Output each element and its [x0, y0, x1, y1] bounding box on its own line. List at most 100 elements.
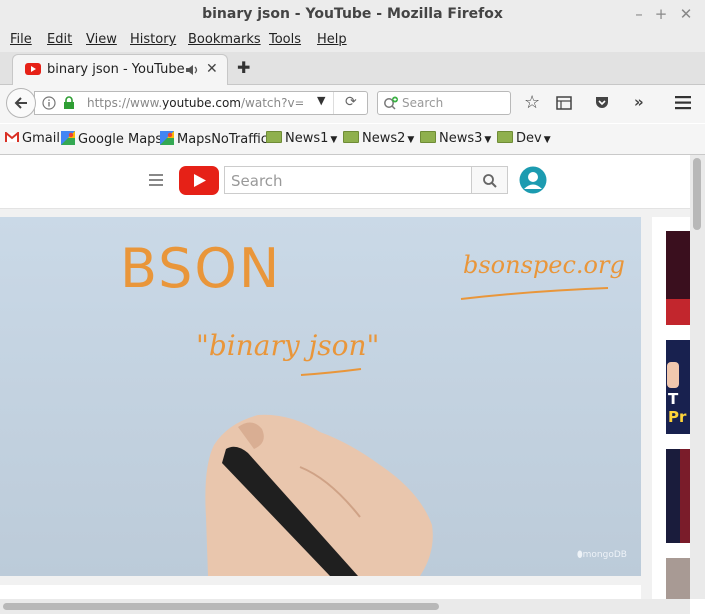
bookmark-star-icon[interactable]: ☆	[524, 92, 540, 113]
thumbnail-accent	[666, 299, 690, 325]
youtube-favicon-icon	[25, 63, 41, 75]
bookmark-news1-label: News1	[285, 131, 329, 146]
avatar[interactable]	[519, 166, 547, 194]
horizontal-scrollbar[interactable]	[0, 599, 690, 614]
guide-menu-icon[interactable]	[149, 174, 165, 186]
menu-file[interactable]: File	[10, 32, 32, 47]
menu-view-label: View	[86, 32, 117, 47]
thumbnail-text-pr: Pr	[668, 408, 687, 426]
youtube-search-input[interactable]: Search	[224, 166, 472, 194]
search-icon	[483, 174, 497, 188]
maps-icon	[61, 131, 75, 145]
gmail-icon	[4, 130, 20, 144]
video-info-area	[0, 585, 641, 599]
menu-help-label: Help	[317, 32, 347, 47]
menu-file-label: File	[10, 32, 32, 47]
menu-history[interactable]: History	[130, 32, 176, 47]
pocket-icon[interactable]	[594, 95, 610, 111]
vertical-scrollbar[interactable]	[690, 155, 705, 599]
info-icon[interactable]	[42, 96, 56, 110]
url-dropdown-icon[interactable]: ▼	[317, 94, 325, 107]
window-title: binary json - YouTube - Mozilla Firefox	[202, 6, 503, 22]
bookmarks-toolbar: Gmail Google Maps MapsNoTraffic News1 ▼ N…	[0, 124, 705, 155]
bookmark-dev-label: Dev	[516, 131, 542, 146]
back-button[interactable]	[6, 88, 36, 118]
youtube-search-button[interactable]	[471, 166, 508, 194]
menu-bookmarks-label: Bookmarks	[188, 32, 261, 47]
thumbnail-stripe	[680, 449, 690, 543]
handwriting-subtitle: "binary json"	[196, 329, 380, 362]
bookmark-folder-news3[interactable]: News3 ▼	[420, 131, 491, 146]
video-player[interactable]: BSON bsonspec.org "binary json" ⬮mongoDB	[0, 217, 641, 576]
related-thumbnail-4[interactable]	[666, 558, 690, 599]
reload-icon[interactable]: ⟳	[345, 94, 357, 110]
url-bar[interactable]: https://www.youtube.com/watch?v=BfWn ▼ ⟳	[34, 91, 368, 115]
bookmark-gmail[interactable]: Gmail	[4, 130, 60, 146]
related-videos-sidebar: T Pr	[652, 217, 690, 599]
youtube-header: Search	[0, 155, 690, 209]
minimize-button[interactable]: –	[631, 5, 647, 23]
related-thumbnail-3[interactable]	[666, 449, 690, 543]
search-placeholder: Search	[402, 96, 444, 110]
bookmark-folder-news2[interactable]: News2 ▼	[343, 131, 414, 146]
watermark-text: mongoDB	[582, 550, 627, 560]
speaker-icon[interactable]	[185, 64, 199, 76]
url-domain: youtube.com	[162, 96, 241, 110]
bookmark-folder-dev[interactable]: Dev ▼	[497, 131, 551, 146]
bookmark-news2-label: News2	[362, 131, 406, 146]
menu-tools[interactable]: Tools	[269, 32, 301, 47]
related-thumbnail-2[interactable]: T Pr	[666, 340, 690, 434]
menu-edit[interactable]: Edit	[47, 32, 72, 47]
window-titlebar: binary json - YouTube - Mozilla Firefox …	[0, 0, 705, 30]
new-tab-icon[interactable]: ✚	[237, 58, 250, 77]
menu-edit-label: Edit	[47, 32, 73, 47]
horizontal-scrollbar-thumb[interactable]	[3, 603, 439, 610]
search-engine-icon	[384, 96, 398, 110]
menubar: File Edit View History Bookmarks Tools H…	[0, 30, 705, 52]
vertical-scrollbar-thumb[interactable]	[693, 158, 701, 230]
maximize-button[interactable]: +	[653, 5, 669, 23]
search-bar[interactable]: Search	[377, 91, 511, 115]
overflow-menu-icon[interactable]: »	[634, 93, 644, 111]
url-text: https://www.youtube.com/watch?v=BfWn	[87, 96, 303, 110]
folder-icon	[497, 131, 513, 143]
url-divider	[333, 92, 334, 114]
handwriting-site: bsonspec.org	[463, 251, 625, 279]
thumbnail-hand	[667, 362, 679, 388]
hamburger-menu-icon[interactable]	[675, 96, 691, 110]
chevron-down-icon: ▼	[330, 135, 338, 145]
tab-strip: binary json - YouTube ✕ ✚	[0, 52, 705, 85]
close-window-button[interactable]: ✕	[678, 5, 694, 23]
url-prefix: https://www.	[87, 96, 163, 110]
menu-tools-label: Tools	[269, 32, 302, 47]
thumbnail-text-t: T	[668, 390, 679, 408]
navigation-bar: https://www.youtube.com/watch?v=BfWn ▼ ⟳…	[0, 85, 705, 123]
tab-close-icon[interactable]: ✕	[206, 61, 218, 77]
youtube-logo-icon[interactable]	[179, 166, 219, 195]
page-content: Search BSON bsonspec.org "binary json" ⬮…	[0, 155, 690, 599]
tab-binary-json[interactable]: binary json - YouTube ✕	[12, 54, 228, 85]
folder-icon	[343, 131, 359, 143]
bookmark-google-maps[interactable]: Google Maps	[61, 131, 162, 147]
folder-icon	[266, 131, 282, 143]
bookmark-gmail-label: Gmail	[22, 131, 60, 146]
library-icon[interactable]	[556, 95, 572, 111]
related-thumbnail-1[interactable]	[666, 231, 690, 325]
lock-icon[interactable]	[63, 96, 75, 110]
chevron-down-icon: ▼	[543, 135, 551, 145]
menu-view[interactable]: View	[86, 32, 117, 47]
chevron-down-icon: ▼	[484, 135, 492, 145]
mongodb-watermark: ⬮mongoDB	[577, 550, 627, 560]
maps-icon	[160, 131, 174, 145]
url-path: /watch?v=BfWn	[240, 96, 303, 110]
bookmark-mapsnotraffic[interactable]: MapsNoTraffic	[160, 131, 268, 147]
bookmark-folder-news1[interactable]: News1 ▼	[266, 131, 337, 146]
handwriting-title: BSON	[120, 237, 282, 300]
back-arrow-icon	[14, 97, 27, 109]
menu-help[interactable]: Help	[317, 32, 347, 47]
bookmark-google-maps-label: Google Maps	[78, 132, 163, 147]
youtube-search-placeholder: Search	[231, 172, 283, 190]
folder-icon	[420, 131, 436, 143]
bookmark-mapsnotraffic-label: MapsNoTraffic	[177, 132, 268, 147]
menu-bookmarks[interactable]: Bookmarks	[188, 32, 261, 47]
